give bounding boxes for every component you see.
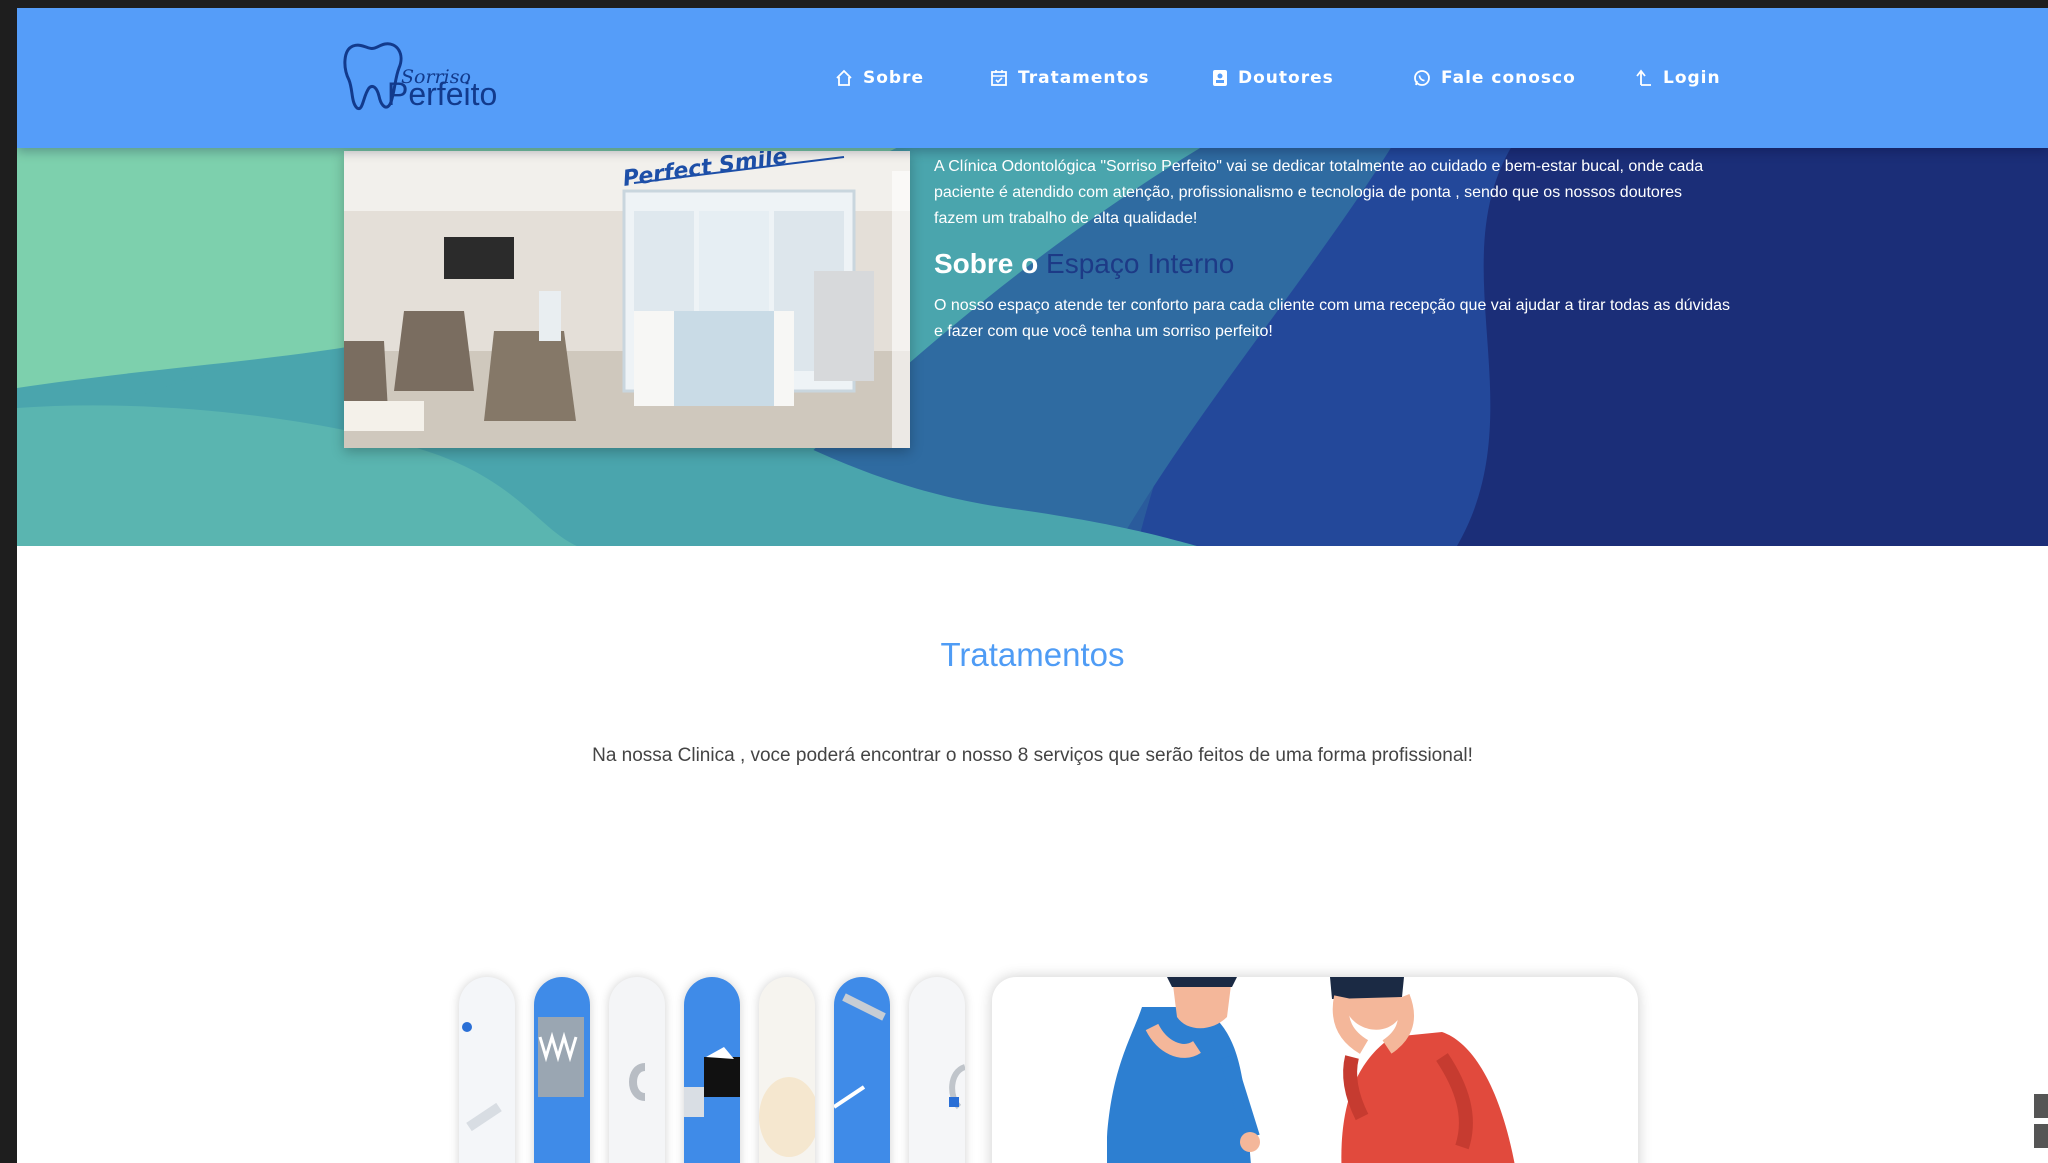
hero-intro-text: A Clínica Odontológica "Sorriso Perfeito… <box>934 158 1704 227</box>
scroll-down-button[interactable] <box>2034 1124 2048 1148</box>
toothache-illustration <box>1107 977 1515 1163</box>
clinic-interior-photo: Perfect Smile <box>344 151 910 448</box>
treatments-description: Na nossa Clinica , voce poderá encontrar… <box>592 745 1473 766</box>
badge-icon <box>1212 69 1228 87</box>
gallery-slot-3[interactable] <box>609 977 665 1163</box>
treatments-gallery <box>449 943 1638 1163</box>
whatsapp-icon <box>1413 69 1431 87</box>
nav-label: Sobre <box>863 68 925 88</box>
scroll-up-button[interactable] <box>2034 1094 2048 1118</box>
scroll-controls <box>2034 1094 2048 1154</box>
nav-item-fale-conosco[interactable]: Fale conosco <box>1413 68 1576 88</box>
gallery-slot-2[interactable] <box>534 977 590 1163</box>
login-arrow-icon <box>1635 69 1653 87</box>
nav-item-doutores[interactable]: Doutores <box>1212 68 1334 88</box>
nav-item-tratamentos[interactable]: Tratamentos <box>990 68 1149 88</box>
logo[interactable]: Sorriso Perfeito <box>341 36 521 116</box>
gallery-slot-5[interactable] <box>759 977 815 1163</box>
navbar: Sorriso Perfeito Sobre Tratamentos Douto… <box>17 8 2048 148</box>
nav-label: Login <box>1663 68 1721 88</box>
gallery-slot-7[interactable] <box>909 977 965 1163</box>
nav-label: Tratamentos <box>1018 68 1150 88</box>
treatments-title: Tratamentos <box>940 636 1125 673</box>
nav-label: Fale conosco <box>1441 68 1576 88</box>
gallery-slot-6[interactable] <box>834 977 890 1163</box>
nav-item-login[interactable]: Login <box>1635 68 1721 88</box>
gallery-slot-4[interactable] <box>684 977 740 1163</box>
logo-main-text: Perfeito <box>387 76 498 112</box>
heading-prefix: Sobre o <box>934 248 1039 279</box>
gallery-slot-1[interactable] <box>459 977 515 1163</box>
calendar-icon <box>990 69 1008 87</box>
home-icon <box>835 69 853 87</box>
page: Sorriso Perfeito Sobre Tratamentos Douto… <box>17 8 2048 1163</box>
heading-accent: Espaço Interno <box>1046 248 1235 279</box>
about-space-heading: Sobre o Espaço Interno <box>934 248 1234 280</box>
nav-label: Doutores <box>1238 68 1334 88</box>
nav-item-sobre[interactable]: Sobre <box>835 68 924 88</box>
gallery-featured-card[interactable] <box>992 977 1638 1163</box>
space-description-text: O nosso espaço atende ter conforto para … <box>934 297 1731 340</box>
